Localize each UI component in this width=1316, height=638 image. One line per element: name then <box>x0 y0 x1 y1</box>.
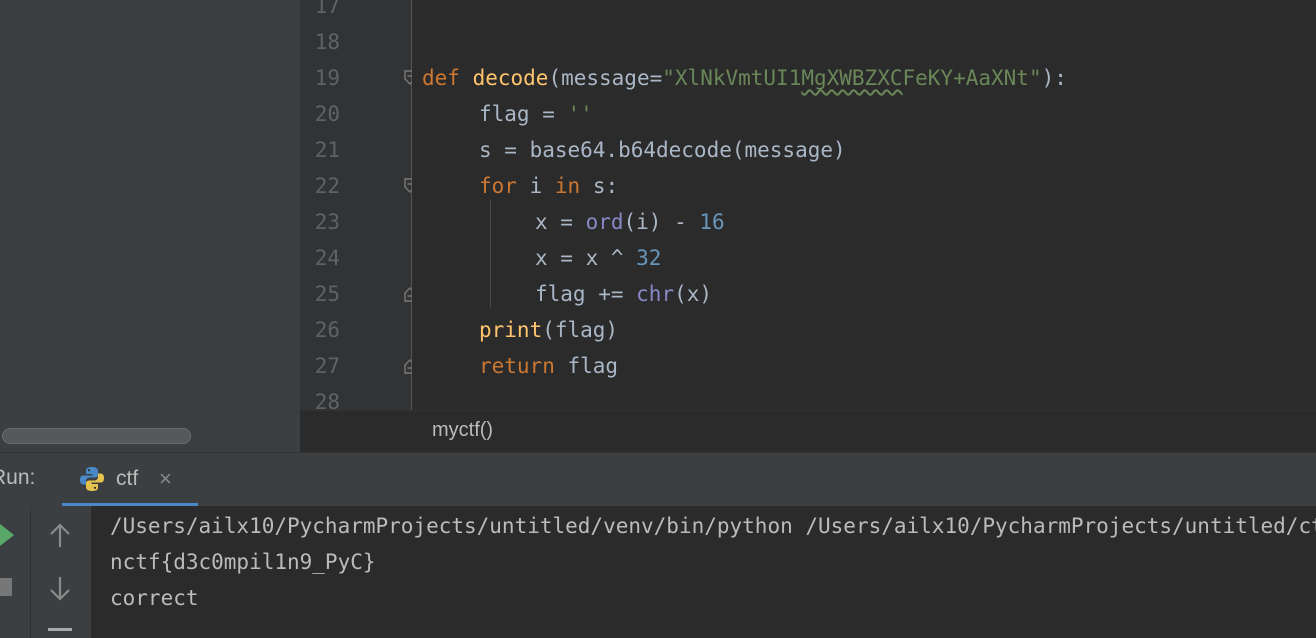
tab-label: ctf <box>116 467 139 490</box>
keyword: def <box>422 66 460 90</box>
console-line: nctf{d3c0mpil1n9_PyC} <box>110 550 376 574</box>
breadcrumb[interactable]: myctf() <box>300 410 1316 453</box>
code-line-19[interactable]: def decode(message="XlNkVmtUI1MgXWBZXCFe… <box>422 60 1067 96</box>
code-text: ): <box>1041 66 1067 90</box>
arrow-down-icon[interactable] <box>48 574 72 606</box>
horizontal-scrollbar[interactable] <box>2 428 191 444</box>
code-text: (i) - <box>623 210 700 234</box>
code-line-26[interactable]: print(flag) <box>479 312 618 348</box>
code-text: (message= <box>548 66 663 90</box>
code-text: flag += <box>535 282 637 306</box>
keyword: return <box>479 354 555 378</box>
keyword: for <box>479 174 517 198</box>
project-pane <box>0 0 300 452</box>
code-text: s = base64.b64decode(message) <box>479 138 846 162</box>
rerun-icon[interactable] <box>0 522 16 552</box>
code-line-27[interactable]: return flag <box>479 348 618 384</box>
indent-guide <box>490 200 491 308</box>
stop-icon[interactable] <box>0 578 12 596</box>
code-text: x = x ^ <box>535 246 637 270</box>
code-text: (flag) <box>542 318 619 342</box>
number-literal: 16 <box>699 210 725 234</box>
string-quote: " <box>662 66 675 90</box>
builtin-name: chr <box>636 282 675 306</box>
line-number: 20 <box>314 102 340 126</box>
code-line-20[interactable]: flag = '' <box>479 96 593 132</box>
function-name: decode <box>472 66 549 90</box>
string-literal: XlNkVmtUI1 <box>674 66 802 90</box>
code-line-25[interactable]: flag += chr(x) <box>535 276 712 312</box>
line-number: 19 <box>314 66 340 90</box>
tab-ctf[interactable]: ctf × <box>62 453 198 507</box>
breadcrumb-item[interactable]: myctf() <box>432 419 493 442</box>
run-label: Run: <box>0 466 36 489</box>
code-line-23[interactable]: x = ord(i) - 16 <box>535 204 725 240</box>
code-line-22[interactable]: for i in s: <box>479 168 618 204</box>
keyword: in <box>554 174 581 198</box>
run-panel-header: Run: ctf × <box>0 452 1316 507</box>
line-number: 23 <box>314 210 340 234</box>
string-literal-typo: MgXWBZXC <box>801 66 903 90</box>
string-literal: '' <box>567 102 593 126</box>
code-text: i <box>516 174 555 198</box>
line-number: 22 <box>314 174 340 198</box>
code-line-21[interactable]: s = base64.b64decode(message) <box>479 132 846 168</box>
line-number: 18 <box>314 30 340 54</box>
string-literal: FeKY+AaXNt <box>902 66 1029 90</box>
string-quote: " <box>1028 66 1042 90</box>
code-text: s: <box>580 174 619 198</box>
console-line: /Users/ailx10/PycharmProjects/untitled/v… <box>110 514 1316 538</box>
line-number: 27 <box>314 354 340 378</box>
code-text: x = <box>535 210 586 234</box>
python-icon <box>78 465 106 497</box>
arrow-up-icon[interactable] <box>48 522 72 554</box>
line-number: 25 <box>314 282 340 306</box>
line-number: 17 <box>314 0 340 18</box>
code-line-24[interactable]: x = x ^ 32 <box>535 240 661 276</box>
number-literal: 32 <box>636 246 662 270</box>
builtin-name: ord <box>585 210 624 234</box>
code-text: (x) <box>674 282 713 306</box>
soft-wrap-icon[interactable] <box>48 628 72 631</box>
line-number: 24 <box>314 246 340 270</box>
close-icon[interactable]: × <box>159 466 172 492</box>
line-number: 26 <box>314 318 340 342</box>
code-text: flag = <box>479 102 568 126</box>
line-number: 21 <box>314 138 340 162</box>
function-name: print <box>479 318 543 342</box>
code-text: flag <box>554 354 619 378</box>
console-line: correct <box>110 586 199 610</box>
